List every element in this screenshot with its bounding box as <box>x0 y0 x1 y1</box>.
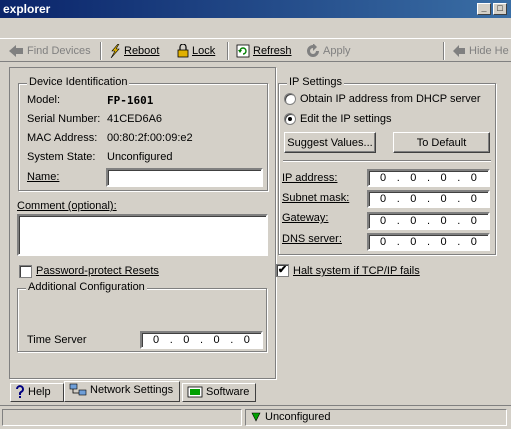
find-devices-button[interactable]: Find Devices <box>8 43 91 59</box>
window-title: explorer <box>3 2 51 16</box>
ip-octet: 0 <box>440 193 447 205</box>
subnet-mask-field[interactable]: 0. 0. 0. 0 <box>367 190 490 208</box>
halt-system-checkbox[interactable]: ✔ <box>276 264 289 277</box>
lock-icon <box>177 44 189 58</box>
apply-label: Apply <box>323 45 351 57</box>
minimize-button[interactable]: _ <box>477 3 491 15</box>
ip-octet: 0 <box>470 172 477 184</box>
software-icon <box>187 386 203 398</box>
ip-octet: 0 <box>410 172 417 184</box>
gateway-label: Gateway: <box>282 212 329 224</box>
serial-number-value: 41CED6A6 <box>107 113 163 125</box>
toolbar-separator <box>227 42 229 60</box>
device-identification-legend: Device Identification <box>27 76 130 88</box>
comment-field[interactable] <box>17 214 268 256</box>
refresh-icon <box>236 44 250 58</box>
network-icon <box>69 383 87 396</box>
divider <box>283 160 491 162</box>
apply-button[interactable]: Apply <box>306 43 351 59</box>
ip-octet: 0 <box>410 215 417 227</box>
comment-label: Comment (optional): <box>17 200 117 212</box>
apply-icon <box>307 44 319 58</box>
lock-label: Lock <box>192 45 216 57</box>
ip-octet: 0 <box>243 334 250 346</box>
ip-octet: 0 <box>380 172 387 184</box>
hide-help-label: Hide He <box>469 45 509 57</box>
dns-server-field[interactable]: 0. 0. 0. 0 <box>367 233 490 251</box>
restore-button[interactable]: □ <box>493 3 507 15</box>
status-text: Unconfigured <box>265 411 331 423</box>
edit-ip-radio[interactable] <box>284 113 296 125</box>
ip-octet: 0 <box>183 334 190 346</box>
system-state-label: System State: <box>27 151 96 163</box>
additional-configuration-legend: Additional Configuration <box>26 281 147 293</box>
reboot-icon <box>110 44 120 59</box>
model-label: Model: <box>27 94 61 106</box>
status-pane-left <box>2 409 242 426</box>
tab-network-settings-label: Network Settings <box>90 384 174 396</box>
name-field[interactable] <box>106 168 263 187</box>
ip-octet: 0 <box>440 215 447 227</box>
status-pane-state: Unconfigured <box>245 409 507 426</box>
tab-software-label: Software <box>206 386 250 398</box>
dns-server-label: DNS server: <box>282 233 342 245</box>
ip-octet: 0 <box>440 236 447 248</box>
tab-help[interactable]: Help <box>10 383 64 402</box>
toolbar-separator <box>100 42 102 60</box>
subnet-mask-label: Subnet mask: <box>282 192 350 204</box>
tab-network-settings[interactable]: Network Settings <box>64 381 180 402</box>
ip-octet: 0 <box>380 193 387 205</box>
toolbar: Find Devices Reboot Lock Refresh Apply H… <box>0 38 511 62</box>
ip-octet: 0 <box>380 236 387 248</box>
mac-address-label: MAC Address: <box>27 132 98 144</box>
help-icon <box>16 385 24 399</box>
ip-octet: 0 <box>440 172 447 184</box>
toolbar-separator <box>443 42 445 60</box>
system-state-value: Unconfigured <box>107 151 173 163</box>
suggest-values-button[interactable]: Suggest Values... <box>284 132 376 153</box>
lock-button[interactable]: Lock <box>177 43 215 59</box>
ip-octet: 0 <box>153 334 160 346</box>
find-devices-icon <box>9 45 23 58</box>
find-devices-label: Find Devices <box>27 45 91 57</box>
device-status-icon <box>251 412 261 422</box>
ip-octet: 0 <box>410 236 417 248</box>
tab-help-label: Help <box>28 386 51 398</box>
refresh-button[interactable]: Refresh <box>236 43 292 59</box>
time-server-label: Time Server <box>27 334 87 346</box>
halt-system-label: Halt system if TCP/IP fails <box>293 265 420 277</box>
password-protect-label: Password-protect Resets <box>36 265 159 277</box>
to-default-button[interactable]: To Default <box>393 132 490 153</box>
model-value: FP-1601 <box>107 94 154 107</box>
reboot-button[interactable]: Reboot <box>109 43 159 59</box>
ip-octet: 0 <box>410 193 417 205</box>
ip-octet: 0 <box>380 215 387 227</box>
hide-help-icon <box>453 45 465 58</box>
gateway-field[interactable]: 0. 0. 0. 0 <box>367 212 490 230</box>
password-protect-checkbox[interactable] <box>19 265 32 278</box>
refresh-label: Refresh <box>253 45 292 57</box>
ip-octet: 0 <box>470 193 477 205</box>
status-bar: Unconfigured <box>0 405 511 429</box>
ip-octet: 0 <box>213 334 220 346</box>
dhcp-label: Obtain IP address from DHCP server <box>300 93 481 105</box>
hide-help-button[interactable]: Hide He <box>452 43 509 59</box>
ip-address-field[interactable]: 0. 0. 0. 0 <box>367 169 490 187</box>
time-server-field[interactable]: 0. 0. 0. 0 <box>140 331 263 349</box>
ip-address-label: IP address: <box>282 172 338 184</box>
name-label: Name: <box>27 171 60 183</box>
edit-ip-label: Edit the IP settings <box>300 113 392 125</box>
serial-number-label: Serial Number: <box>27 113 101 125</box>
ip-settings-legend: IP Settings <box>287 76 344 88</box>
reboot-label: Reboot <box>124 45 160 57</box>
ip-octet: 0 <box>470 236 477 248</box>
dhcp-radio[interactable] <box>284 93 296 105</box>
ip-octet: 0 <box>470 215 477 227</box>
title-bar: explorer _ □ <box>0 0 511 18</box>
tab-software[interactable]: Software <box>182 383 256 402</box>
mac-address-value: 00:80:2f:00:09:e2 <box>107 132 193 144</box>
